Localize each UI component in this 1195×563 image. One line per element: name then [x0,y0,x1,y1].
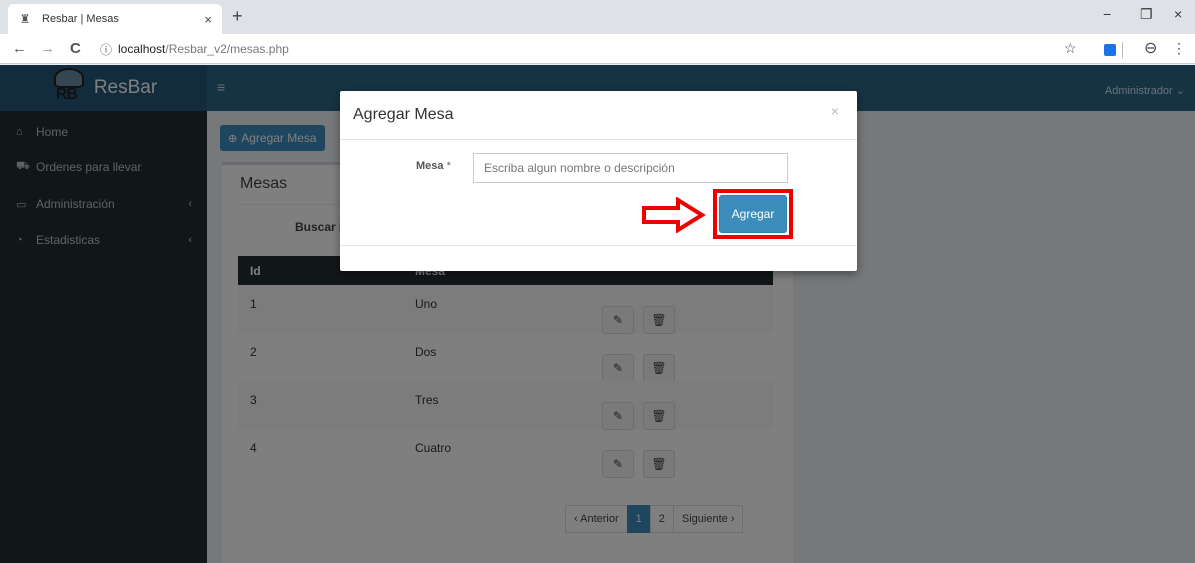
extension-icon[interactable] [1104,44,1116,56]
browser-tab[interactable]: ♜ Resbar | Mesas × [8,4,222,34]
add-mesa-modal: Agregar Mesa × Mesa * Agregar [340,91,857,271]
url-field[interactable]: ⓘ localhost /Resbar_v2/mesas.php [100,38,1150,60]
url-path: /Resbar_v2/mesas.php [165,42,289,56]
address-bar: ← → C ⓘ localhost /Resbar_v2/mesas.php ☆… [0,34,1195,64]
browser-tab-strip: ♜ Resbar | Mesas × + − ❐ × [0,0,1195,34]
mesa-field-label: Mesa * [416,160,451,172]
mesa-input[interactable] [473,153,788,183]
red-arrow-annotation [642,197,706,233]
back-icon[interactable]: ← [12,40,27,57]
close-tab-icon[interactable]: × [204,12,212,27]
modal-title: Agregar Mesa [353,106,454,123]
restore-icon[interactable]: ❐ [1140,6,1153,23]
favicon-icon: ♜ [19,12,31,26]
agregar-button[interactable]: Agregar [719,195,787,233]
browser-menu-icon[interactable]: ⋮ [1172,40,1186,57]
toolbar-divider [1122,42,1123,58]
profile-icon[interactable]: ⊖ [1144,38,1157,58]
close-icon[interactable]: × [831,103,839,119]
bookmark-star-icon[interactable]: ☆ [1064,40,1077,57]
new-tab-button[interactable]: + [232,6,243,26]
site-info-icon[interactable]: ⓘ [100,41,112,58]
close-window-icon[interactable]: × [1174,6,1182,22]
modal-footer-divider [340,245,857,246]
minimize-icon[interactable]: − [1103,6,1111,22]
forward-icon[interactable]: → [40,40,55,57]
reload-icon[interactable]: C [70,40,81,57]
modal-header-divider [340,139,857,140]
browser-tab-title: Resbar | Mesas [42,13,119,25]
url-host: localhost [118,42,166,56]
